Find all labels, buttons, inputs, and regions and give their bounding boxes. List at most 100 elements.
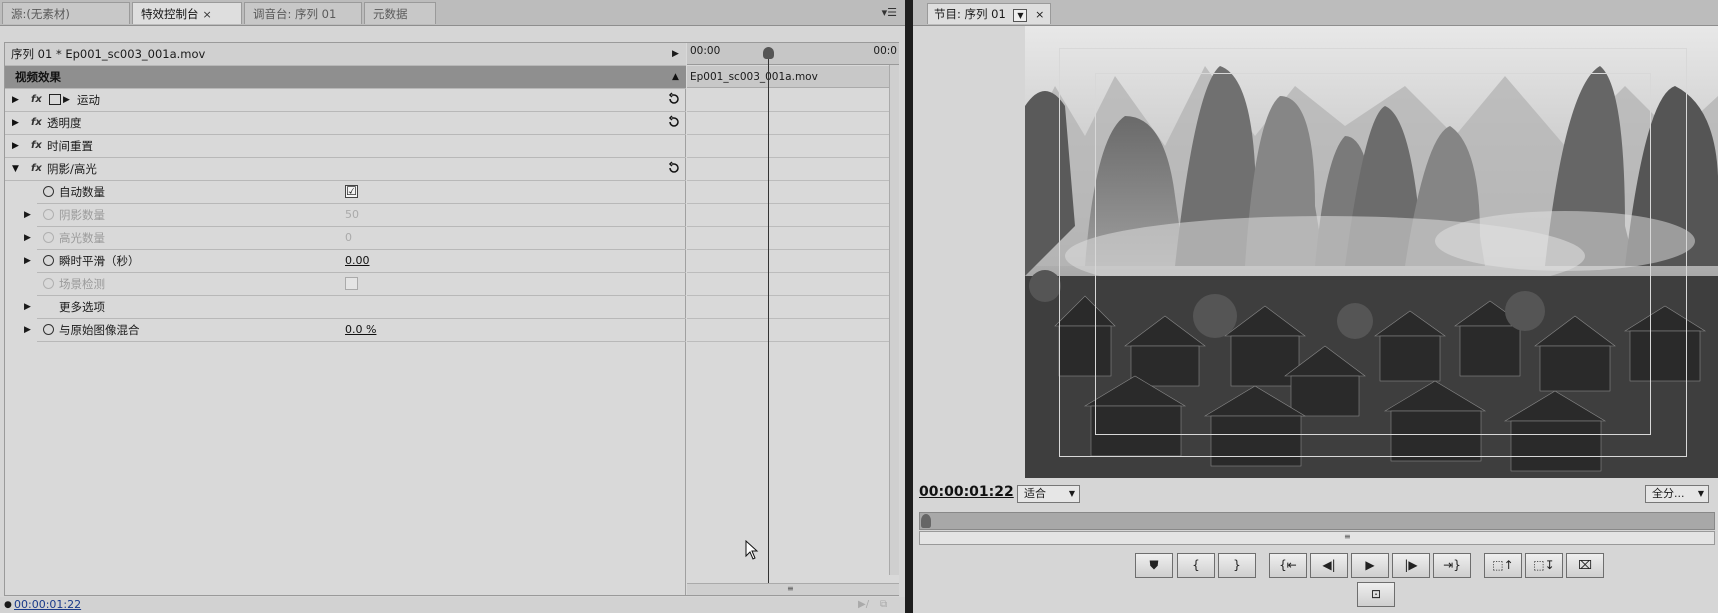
fx-toggle-icon[interactable]: fx	[31, 89, 42, 111]
mouse-cursor-icon	[745, 540, 759, 560]
tab-effect-controls[interactable]: 特效控制台 ×	[132, 2, 242, 24]
export-frame-button[interactable]: ⌧	[1566, 553, 1604, 578]
param-auto-amount: 自动数量 ☑	[37, 181, 686, 204]
vertical-scrollbar[interactable]	[889, 65, 899, 575]
temporal-smoothing-value[interactable]: 0.00	[345, 250, 370, 272]
effect-row-shadow-highlight[interactable]: ▼ fx 阴影/高光	[5, 158, 686, 181]
auto-amount-checkbox[interactable]: ☑	[345, 185, 358, 198]
fx-toggle-icon[interactable]: fx	[31, 112, 42, 134]
program-time-ruler[interactable]	[919, 512, 1715, 530]
title-safe-guide	[1095, 73, 1651, 435]
program-monitor-panel: 节目: 序列 01 ▼ × 00:00:01:22 适合 ▼ 全分... ▼ ≡…	[913, 0, 1718, 613]
step-forward-button[interactable]: |▶	[1392, 553, 1430, 578]
param-shadow-amount: ▶ 阴影数量 50	[24, 204, 686, 227]
fx-toggle-icon[interactable]: fx	[31, 158, 42, 180]
video-effects-header[interactable]: 视频效果 ▲	[5, 66, 686, 89]
step-back-button[interactable]: ◀|	[1310, 553, 1348, 578]
expand-triangle-icon[interactable]: ▶	[12, 89, 19, 111]
param-temporal-smoothing: ▶ 瞬时平滑（秒） 0.00	[24, 250, 686, 273]
play-button[interactable]: ▶	[1351, 553, 1389, 578]
program-timecode[interactable]: 00:00:01:22	[919, 484, 1014, 500]
param-blend-original: ▶ 与原始图像混合 0.0 %	[24, 319, 686, 342]
play-audio-icon[interactable]: ▶/	[858, 597, 869, 613]
effect-controls-footer: ● 00:00:01:22 ▶/ ⧉	[0, 597, 905, 613]
lift-button[interactable]: ⬚↑	[1484, 553, 1522, 578]
param-more-options[interactable]: ▶ 更多选项	[24, 296, 686, 319]
expand-triangle-icon[interactable]: ▶	[12, 112, 19, 134]
zoom-fit-dropdown[interactable]: 适合 ▼	[1017, 485, 1080, 503]
mark-out-button[interactable]: }	[1218, 553, 1256, 578]
expand-triangle-icon[interactable]: ▶	[24, 204, 31, 226]
tab-audio-mixer[interactable]: 调音台: 序列 01	[244, 2, 362, 24]
timeline-clip[interactable]: Ep001_sc003_001a.mov	[687, 66, 895, 88]
param-scene-detect: 场景检测	[37, 273, 686, 296]
effect-timeline: 00:00 00:0 Ep001_sc003_001a.mov ≡	[687, 43, 899, 595]
panel-divider[interactable]	[905, 0, 913, 613]
go-to-out-button[interactable]: ⇥}	[1433, 553, 1471, 578]
transform-icon[interactable]	[49, 94, 61, 105]
right-tab-bar: 节目: 序列 01 ▼ ×	[913, 0, 1718, 26]
blend-original-value[interactable]: 0.0 %	[345, 319, 376, 341]
program-video-frame[interactable]	[1025, 26, 1718, 478]
premiere-window: 源:(无素材) 特效控制台 × 调音台: 序列 01 元数据 ▾☰ 序列 01 *…	[0, 0, 1718, 613]
reset-icon[interactable]	[667, 161, 681, 175]
effect-row-motion[interactable]: ▶ fx ▶ 运动	[5, 89, 686, 112]
zoom-scroll-bar[interactable]: ≡	[919, 531, 1715, 545]
playhead-line[interactable]	[768, 51, 769, 595]
tab-program[interactable]: 节目: 序列 01 ▼ ×	[927, 3, 1052, 24]
expand-triangle-icon[interactable]: ▶	[24, 250, 31, 272]
collapse-icon[interactable]: ▲	[672, 66, 679, 88]
expand-triangle-icon[interactable]: ▶	[24, 319, 31, 341]
play-only-icon[interactable]: ▶	[672, 43, 679, 65]
tab-source[interactable]: 源:(无素材)	[2, 2, 130, 24]
left-tab-bar: 源:(无素材) 特效控制台 × 调音台: 序列 01 元数据 ▾☰	[0, 0, 905, 26]
extract-button[interactable]: ⬚↧	[1525, 553, 1563, 578]
footer-timecode[interactable]: 00:00:01:22	[14, 597, 81, 613]
stopwatch-icon[interactable]	[43, 186, 54, 197]
marker-icon: ●	[4, 600, 12, 610]
timeline-ruler[interactable]: 00:00 00:0	[687, 43, 899, 65]
timeline-row	[687, 158, 895, 181]
resolution-dropdown[interactable]: 全分... ▼	[1645, 485, 1709, 503]
param-highlight-amount: ▶ 高光数量 0	[24, 227, 686, 250]
tab-dropdown-icon[interactable]: ▼	[1013, 9, 1028, 22]
fx-toggle-icon[interactable]: fx	[31, 135, 42, 157]
close-icon[interactable]: ×	[203, 8, 212, 21]
timeline-row	[687, 273, 895, 296]
reset-icon[interactable]	[667, 115, 681, 129]
loop-icon[interactable]: ⧉	[880, 597, 887, 613]
shadow-amount-value: 50	[345, 208, 359, 221]
timeline-row	[687, 181, 895, 204]
timeline-row	[687, 135, 895, 158]
panel-menu-icon[interactable]: ▾☰	[882, 6, 897, 19]
tab-metadata[interactable]: 元数据	[364, 2, 436, 24]
stopwatch-icon	[43, 209, 54, 220]
expand-triangle-icon[interactable]: ▶	[24, 227, 31, 249]
timeline-row	[687, 319, 895, 342]
close-icon[interactable]: ×	[1035, 8, 1044, 21]
effect-row-opacity[interactable]: ▶ fx 透明度	[5, 112, 686, 135]
mark-in-button[interactable]: {	[1177, 553, 1215, 578]
chevron-down-icon: ▼	[1068, 489, 1075, 498]
horizontal-scrollbar[interactable]: ≡	[687, 583, 899, 595]
go-to-in-button[interactable]: {⇤	[1269, 553, 1307, 578]
effect-list: 序列 01 * Ep001_sc003_001a.mov ▶ 视频效果 ▲ ▶ …	[5, 43, 686, 595]
safe-margins-button[interactable]: ⊡	[1357, 582, 1395, 607]
timeline-row	[687, 227, 895, 250]
reset-icon[interactable]	[667, 92, 681, 106]
expand-triangle-icon[interactable]: ▶	[12, 135, 19, 157]
scene-detect-checkbox	[345, 277, 358, 290]
timeline-row	[687, 204, 895, 227]
effect-controls-panel: 源:(无素材) 特效控制台 × 调音台: 序列 01 元数据 ▾☰ 序列 01 *…	[0, 0, 905, 613]
timeline-row	[687, 112, 895, 135]
timeline-row	[687, 89, 895, 112]
collapse-triangle-icon[interactable]: ▼	[12, 158, 19, 180]
stopwatch-icon[interactable]	[43, 255, 54, 266]
add-marker-button[interactable]: ⛊	[1135, 553, 1173, 578]
stopwatch-icon[interactable]	[43, 324, 54, 335]
effect-row-time-remap[interactable]: ▶ fx 时间重置	[5, 135, 686, 158]
playhead-handle[interactable]	[763, 47, 774, 59]
expand-triangle-icon[interactable]: ▶	[24, 296, 31, 318]
playhead-handle[interactable]	[921, 514, 931, 528]
clip-header: 序列 01 * Ep001_sc003_001a.mov ▶	[5, 43, 686, 66]
